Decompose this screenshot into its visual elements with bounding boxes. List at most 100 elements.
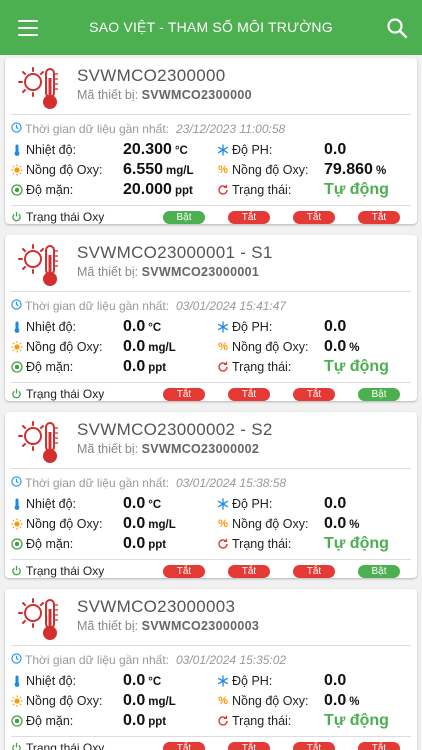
- oxy-switch-3[interactable]: Tắt: [293, 211, 335, 224]
- clock-icon: [11, 476, 22, 490]
- clock-icon: [11, 299, 22, 313]
- last-data-time-label: Thời gian dữ liệu gần nhất:: [25, 299, 169, 313]
- salinity-unit: ppt: [148, 539, 167, 551]
- thermometer-sun-icon: [17, 418, 65, 466]
- salinity-value: 20.000 ppt: [123, 181, 193, 198]
- oxy-switch-4[interactable]: Tắt: [358, 211, 400, 224]
- percent-icon: %: [218, 695, 228, 707]
- divider: [11, 645, 411, 646]
- oxy-switch-3[interactable]: Tắt: [293, 565, 335, 578]
- device-card[interactable]: SVWMCO23000003 Mã thiết bị: SVWMCO230000…: [5, 589, 417, 750]
- oxygen-state-row: Trạng thái Oxy: [11, 562, 104, 578]
- sun-icon: [11, 341, 23, 353]
- ph-label: Độ PH:: [217, 494, 272, 514]
- oxy-switch-2[interactable]: Tắt: [228, 211, 270, 224]
- temperature-label: Nhiệt độ:: [11, 494, 76, 514]
- app-bar: SAO VIỆT - THAM SỐ MÔI TRƯỜNG: [0, 0, 422, 55]
- last-data-time-value: 03/01/2024 15:38:58: [176, 476, 287, 490]
- oxygen-state-label: Trạng thái Oxy: [26, 387, 105, 401]
- snowflake-icon: [217, 144, 229, 156]
- temperature-value: 20.300 °C: [123, 141, 188, 158]
- divider: [11, 205, 411, 206]
- device-card[interactable]: SVWMCO23000002 - S2 Mã thiết bị: SVWMCO2…: [5, 412, 417, 578]
- oxygen-pct-value: 79.860%: [324, 161, 387, 178]
- ph-value: 0.0: [324, 495, 347, 512]
- oxy-switch-1[interactable]: Tắt: [163, 565, 205, 578]
- device-id-value: SVWMCO23000002: [141, 442, 260, 456]
- oxy-switch-1[interactable]: Tắt: [163, 388, 205, 401]
- device-card[interactable]: SVWMCO23000001 - S1 Mã thiết bị: SVWMCO2…: [5, 235, 417, 401]
- salinity-value: 0.0 ppt: [123, 358, 167, 375]
- refresh-icon: [217, 184, 229, 196]
- thermometer-icon: [11, 144, 23, 156]
- salinity-icon: [11, 184, 23, 196]
- oxygen-pct-value: 0.0%: [324, 515, 360, 532]
- oxygen-pct-unit: %: [349, 696, 360, 708]
- salinity-icon: [11, 361, 23, 373]
- measurement-grid: Nhiệt độ: Nồng độ Oxy: Độ mặn: 0.0 °C 0.0…: [11, 671, 411, 733]
- oxygen-unit: mg/L: [148, 519, 176, 531]
- clock-icon: [11, 653, 22, 667]
- refresh-icon: [217, 538, 229, 550]
- oxy-switch-1[interactable]: Tắt: [163, 742, 205, 750]
- last-data-time: Thời gian dữ liệu gần nhất: 03/01/2024 1…: [11, 299, 286, 313]
- thermometer-sun-icon: [17, 64, 65, 112]
- oxy-switch-4[interactable]: Tắt: [358, 742, 400, 750]
- status-label: Trạng thái:: [217, 180, 291, 200]
- clock-icon: [11, 122, 22, 136]
- last-data-time: Thời gian dữ liệu gần nhất: 23/12/2023 1…: [11, 122, 285, 136]
- oxy-switch-3[interactable]: Tắt: [293, 388, 335, 401]
- thermometer-sun-icon: [17, 595, 65, 643]
- sun-icon: [11, 518, 23, 530]
- oxy-switch-4[interactable]: Bật: [358, 565, 400, 578]
- oxygen-state-row: Trạng thái Oxy: [11, 739, 104, 750]
- oxygen-pct-label: % Nồng độ Oxy:: [218, 517, 309, 531]
- measurement-grid: Nhiệt độ: Nồng độ Oxy: Độ mặn: 0.0 °C 0.0…: [11, 494, 411, 556]
- ph-value: 0.0: [324, 141, 347, 158]
- device-name: SVWMCO2300000: [77, 66, 226, 85]
- oxygen-pct-label: % Nồng độ Oxy:: [218, 340, 309, 354]
- device-id-label: Mã thiết bị:: [77, 88, 139, 102]
- refresh-icon: [217, 715, 229, 727]
- oxy-switch-2[interactable]: Tắt: [228, 388, 270, 401]
- temperature-unit: °C: [148, 676, 162, 688]
- salinity-unit: ppt: [148, 362, 167, 374]
- divider: [11, 559, 411, 560]
- device-id: Mã thiết bị: SVWMCO23000001: [77, 265, 259, 279]
- oxygen-unit: mg/L: [166, 165, 194, 177]
- device-card[interactable]: SVWMCO2300000 Mã thiết bị: SVWMCO2300000…: [5, 58, 417, 224]
- ph-label: Độ PH:: [217, 317, 272, 337]
- temperature-label: Nhiệt độ:: [11, 140, 76, 160]
- oxygen-state-row: Trạng thái Oxy: [11, 385, 104, 401]
- divider: [11, 291, 411, 292]
- oxygen-unit: mg/L: [148, 696, 176, 708]
- status-value: Tự động: [324, 535, 389, 552]
- oxygen-state-row: Trạng thái Oxy: [11, 208, 104, 224]
- salinity-value: 0.0 ppt: [123, 535, 167, 552]
- last-data-time-value: 03/01/2024 15:41:47: [176, 299, 287, 313]
- search-icon[interactable]: [386, 17, 408, 39]
- oxy-switch-1[interactable]: Bật: [163, 211, 205, 224]
- oxy-switch-2[interactable]: Tắt: [228, 742, 270, 750]
- status-label: Trạng thái:: [217, 534, 291, 554]
- oxy-switch-2[interactable]: Tắt: [228, 565, 270, 578]
- oxygen-pct-unit: %: [375, 165, 387, 177]
- device-id: Mã thiết bị: SVWMCO23000002: [77, 442, 259, 456]
- temperature-value: 0.0 °C: [123, 672, 162, 689]
- oxy-switch-3[interactable]: Tắt: [293, 742, 335, 750]
- last-data-time-value: 03/01/2024 15:35:02: [176, 653, 287, 667]
- ph-value: 0.0: [324, 318, 347, 335]
- percent-icon: %: [218, 164, 228, 176]
- device-id-label: Mã thiết bị:: [77, 619, 139, 633]
- oxygen-value: 0.0 mg/L: [123, 692, 176, 709]
- temperature-label: Nhiệt độ:: [11, 317, 76, 337]
- salinity-label: Độ mặn:: [11, 357, 73, 377]
- oxygen-label: Nồng độ Oxy:: [11, 160, 102, 180]
- oxygen-pct-label: % Nồng độ Oxy:: [218, 163, 309, 177]
- oxygen-pct-unit: %: [349, 519, 360, 531]
- divider: [11, 736, 411, 737]
- status-value: Tự động: [324, 181, 389, 198]
- oxygen-label: Nồng độ Oxy:: [11, 337, 102, 357]
- oxy-switch-4[interactable]: Bật: [358, 388, 400, 401]
- oxygen-pct-unit: %: [349, 342, 360, 354]
